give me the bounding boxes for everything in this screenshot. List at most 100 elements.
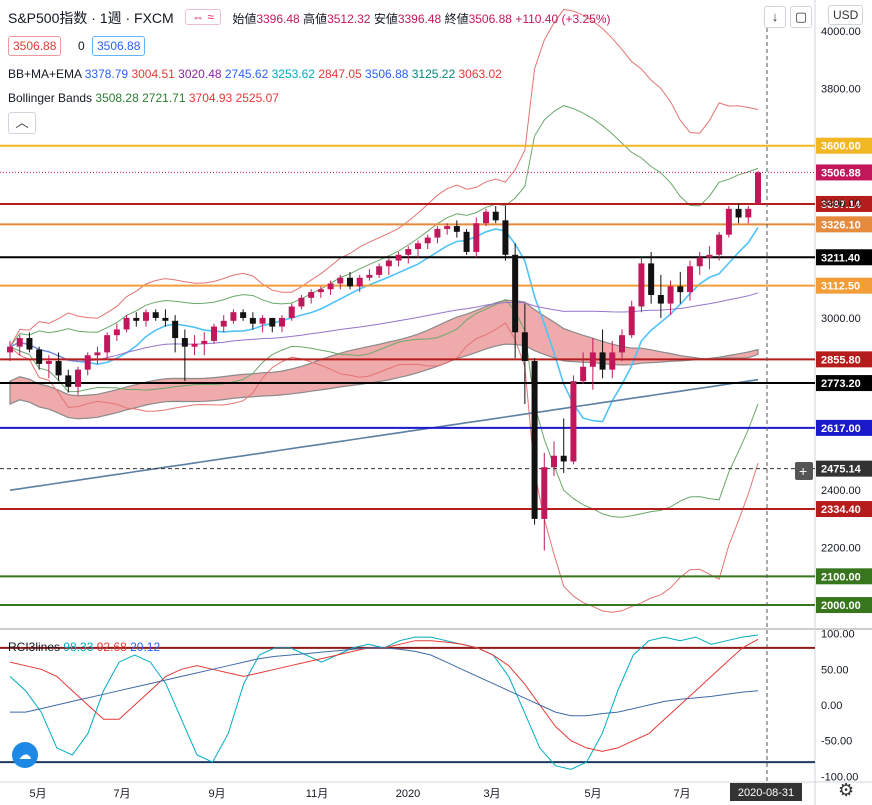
candle-body	[696, 257, 703, 267]
candle-body	[201, 340, 208, 344]
time-tick-label: 7月	[113, 788, 130, 800]
candle-body	[483, 211, 489, 224]
candle-body	[191, 343, 198, 347]
candle-body	[424, 237, 431, 244]
level-label: 3506.88	[821, 167, 861, 179]
candle-body	[269, 317, 276, 327]
close-value: 3506.88	[468, 12, 512, 26]
bb-ma-ema-value: 3506.88	[361, 67, 409, 81]
candle-body	[7, 346, 13, 353]
candle	[463, 228, 470, 255]
sell-price-box[interactable]: 3506.88	[8, 36, 62, 56]
time-tick-label: 3月	[483, 788, 500, 800]
candle-body	[288, 306, 295, 318]
level-label: 3600.00	[821, 141, 861, 153]
candle-body	[36, 349, 43, 364]
candle-body	[512, 254, 519, 333]
level-label: 2334.40	[821, 504, 861, 516]
price-chart[interactable]: 3600.003506.883397.143326.103211.403112.…	[0, 0, 872, 805]
candle-body	[220, 320, 227, 327]
candle-body	[104, 335, 111, 353]
candle-body	[667, 286, 674, 304]
candle-body	[570, 381, 577, 462]
rci-tick-label: -50.00	[821, 736, 852, 748]
candle-body	[298, 297, 305, 307]
price-tick-label: 2200.00	[821, 543, 861, 555]
level-label: 2000.00	[821, 600, 861, 612]
price-tick-label: 3800.00	[821, 83, 861, 95]
bb-ma-ema-value: 3378.79	[84, 67, 129, 81]
bb-ma-ema-value: 3253.62	[268, 67, 315, 81]
candle-body	[648, 263, 655, 295]
candle-body	[230, 312, 237, 321]
candle-body	[181, 338, 188, 347]
bb-ma-ema-value: 2847.05	[314, 67, 362, 81]
candle-body	[240, 312, 247, 318]
bollinger-value: 2525.07	[232, 91, 279, 105]
rci-line-long	[10, 647, 759, 717]
indicator-name: Bollinger Bands	[8, 91, 93, 105]
rci-name: RCI3lines	[8, 640, 61, 654]
candle-body	[434, 228, 441, 238]
open-label: 始値	[232, 12, 257, 26]
low-label: 安値	[373, 12, 398, 26]
candle-body	[162, 317, 169, 321]
settings-gear-icon[interactable]: ⚙	[838, 780, 854, 801]
spread-value: 0	[78, 39, 85, 53]
indicator-bollinger[interactable]: Bollinger Bands 3508.28 2721.71 3704.93 …	[8, 91, 279, 105]
price-tick-label: 2400.00	[821, 485, 861, 497]
candle-body	[75, 369, 81, 387]
change-value: +110.40 (+3.25%)	[515, 12, 611, 26]
high-label: 高値	[303, 12, 328, 26]
candle-body	[405, 249, 412, 255]
symbol-title[interactable]: S&P500指数 · 1週 · FXCM	[8, 10, 174, 26]
candle-body	[385, 260, 392, 267]
buy-price-box[interactable]: 3506.88	[92, 36, 146, 56]
open-value: 3396.48	[256, 12, 300, 26]
tradingview-logo-icon[interactable]: ☁	[12, 742, 38, 768]
candle-body	[366, 274, 373, 278]
fullscreen-icon[interactable]: ▢	[790, 6, 812, 28]
candle-body	[541, 467, 548, 519]
price-tick-label: 4000.00	[821, 26, 861, 38]
bollinger-value: 3704.93	[185, 91, 233, 105]
candle-body	[84, 355, 91, 370]
download-icon[interactable]: ↓	[764, 6, 786, 28]
candle-body	[123, 317, 130, 330]
candle-body	[356, 277, 363, 287]
candle-body	[589, 352, 596, 367]
candle	[211, 323, 217, 344]
time-tick-label: 7月	[673, 788, 690, 800]
level-label: 3112.50	[821, 281, 860, 293]
time-tick-label: 11月	[306, 788, 328, 800]
compare-toggle[interactable]: ⇔ ≈	[185, 9, 221, 25]
candle-body	[317, 289, 324, 293]
candle-body	[599, 352, 606, 370]
candle-body	[55, 361, 62, 376]
level-label: 2773.20	[821, 378, 861, 390]
bb-ma-ema-value: 3125.22	[408, 67, 456, 81]
candle-body	[327, 283, 334, 290]
rci-legend[interactable]: RCI3lines 98.33 92.68 20.12	[8, 640, 160, 654]
price-tick-label: 3000.00	[821, 313, 861, 325]
candle-body	[113, 329, 120, 336]
bb-ma-ema-value: 3063.02	[455, 67, 502, 81]
candle-body	[609, 352, 616, 370]
indicator-bb-ma-ema[interactable]: BB+MA+EMA 3378.79 3004.51 3020.48 2745.6…	[8, 67, 502, 81]
candle-body	[502, 220, 509, 255]
rci-value: 20.12	[126, 640, 161, 654]
candle-body	[415, 243, 421, 250]
candle-body	[716, 234, 723, 255]
bollinger-value: 2721.71	[138, 91, 186, 105]
close-label: 終値	[444, 12, 469, 26]
collapse-chevron-icon[interactable]: ︿	[8, 112, 36, 134]
candle-body	[249, 317, 256, 324]
bb-ma-ema-value: 3020.48	[174, 67, 222, 81]
candle-body	[706, 254, 713, 258]
rci-value: 98.33	[63, 640, 94, 654]
level-label: 2100.00	[821, 571, 861, 583]
candle-body	[580, 366, 587, 382]
currency-button[interactable]: USD	[828, 5, 864, 25]
candle-body	[26, 338, 33, 350]
time-tick-label: 5月	[584, 788, 601, 800]
